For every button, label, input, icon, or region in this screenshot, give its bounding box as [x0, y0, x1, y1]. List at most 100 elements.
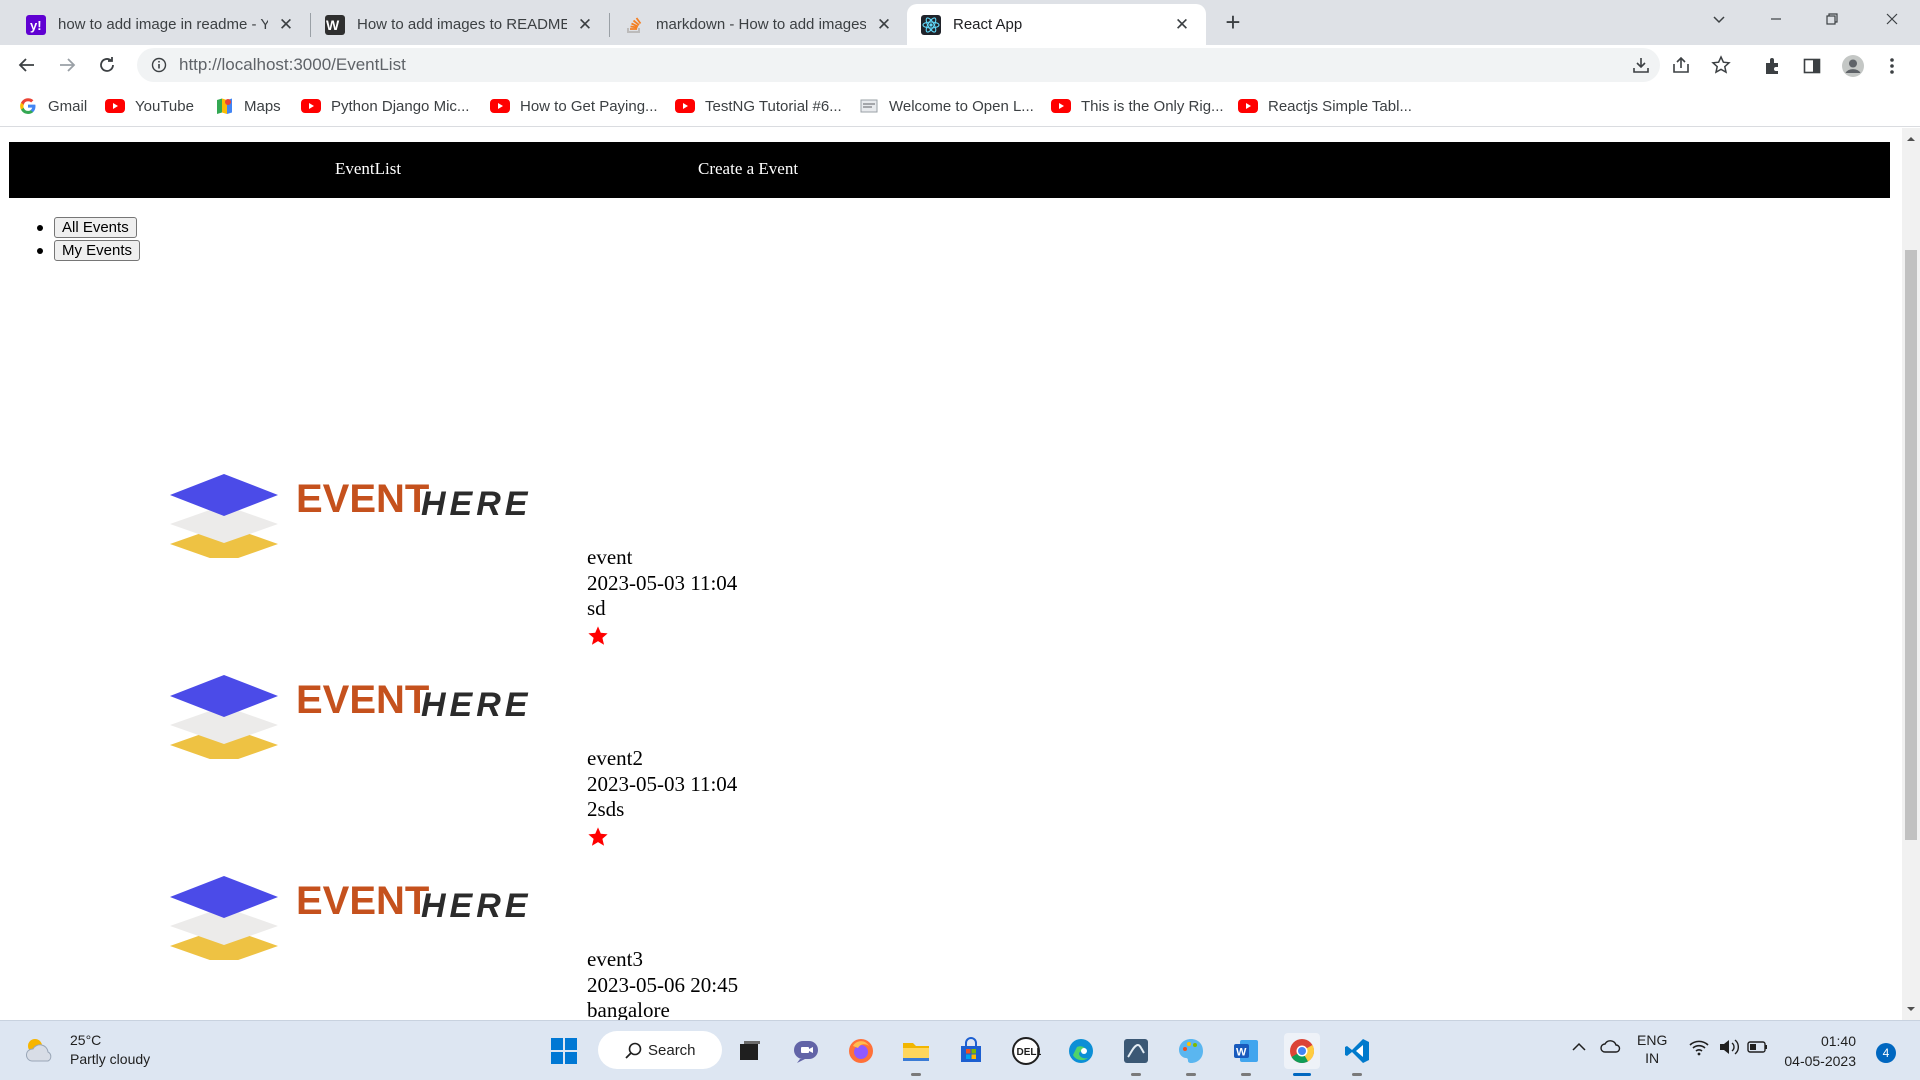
event-datetime: 2023-05-06 20:45	[587, 972, 739, 997]
star-icon[interactable]	[587, 826, 609, 848]
bookmark-python-django[interactable]: Python Django Mic...	[301, 94, 469, 118]
paint-icon[interactable]	[1173, 1033, 1209, 1076]
event-name: event	[587, 545, 633, 569]
event-location: sd	[587, 596, 606, 620]
edge-icon[interactable]	[1063, 1033, 1099, 1069]
address-bar[interactable]: http://localhost:3000/EventList	[137, 48, 1660, 82]
bookmark-testng[interactable]: TestNG Tutorial #6...	[675, 94, 842, 118]
battery-icon[interactable]	[1747, 1039, 1769, 1058]
file-explorer-icon[interactable]	[898, 1033, 934, 1076]
page-scrollbar[interactable]	[1902, 128, 1920, 1020]
bookmark-reactjs-table[interactable]: Reactjs Simple Tabl...	[1238, 94, 1412, 118]
logo-word-event: EVENT	[296, 678, 429, 722]
word-icon[interactable]: W	[1228, 1033, 1264, 1076]
menu-kebab-icon[interactable]	[1880, 54, 1904, 78]
firefox-icon[interactable]	[843, 1033, 879, 1069]
microsoft-store-icon[interactable]	[953, 1033, 989, 1069]
event-here-logo: EVENT HERE	[170, 876, 527, 960]
running-indicator	[1293, 1073, 1311, 1076]
bookmark-label: YouTube	[135, 97, 194, 115]
back-arrow-icon[interactable]	[11, 49, 43, 81]
close-icon[interactable]: ✕	[874, 15, 894, 35]
reload-icon[interactable]	[91, 49, 123, 81]
tab-title: How to add images to README.m	[357, 16, 567, 33]
close-icon[interactable]: ✕	[276, 15, 296, 35]
close-icon[interactable]: ✕	[1172, 15, 1192, 35]
nav-link-eventlist[interactable]: EventList	[335, 159, 401, 179]
logo-word-here: HERE	[421, 686, 531, 724]
tab-yahoo[interactable]: y! how to add image in readme - Ya ✕	[12, 4, 310, 45]
filter-list: All Events My Events	[36, 216, 141, 262]
new-tab-button[interactable]: +	[1219, 9, 1247, 37]
close-window-icon[interactable]	[1864, 0, 1920, 38]
tab-wikihow[interactable]: W How to add images to README.m ✕	[311, 4, 609, 45]
share-icon[interactable]	[1670, 54, 1692, 76]
profile-avatar-icon[interactable]	[1841, 54, 1865, 78]
onedrive-sync-icon[interactable]	[1600, 1037, 1622, 1058]
filter-item: My Events	[36, 239, 141, 262]
bookmark-only-rig[interactable]: This is the Only Rig...	[1051, 94, 1224, 118]
react-icon	[921, 14, 941, 35]
bookmark-label: This is the Only Rig...	[1081, 97, 1224, 115]
taskbar-search[interactable]: Search	[598, 1031, 722, 1069]
running-indicator	[911, 1073, 921, 1076]
start-button[interactable]	[546, 1033, 582, 1069]
tab-search-chevron-icon[interactable]	[1691, 0, 1747, 38]
minimize-icon[interactable]	[1748, 0, 1804, 38]
chrome-icon[interactable]	[1284, 1033, 1320, 1076]
youtube-icon	[301, 96, 321, 116]
bookmark-label: Gmail	[48, 97, 88, 115]
all-events-button[interactable]: All Events	[54, 217, 137, 238]
weather-condition: Partly cloudy	[70, 1051, 151, 1067]
teams-chat-icon[interactable]	[788, 1033, 824, 1069]
weather-widget[interactable]: 25°C Partly cloudy	[22, 1031, 150, 1069]
tab-react-app[interactable]: React App ✕	[907, 4, 1206, 45]
bookmarks-bar: Gmail YouTube Maps Python Django Mic... …	[0, 85, 1920, 127]
volume-icon[interactable]	[1717, 1037, 1739, 1060]
bookmark-gmail[interactable]: Gmail	[18, 94, 87, 118]
side-panel-icon[interactable]	[1800, 54, 1824, 78]
maps-icon	[214, 96, 234, 116]
bookmark-youtube[interactable]: YouTube	[105, 94, 194, 118]
scroll-down-arrow-icon[interactable]	[1906, 1004, 1916, 1014]
event-card[interactable]: EVENT HERE event2 2023-05-03 11:04 2sds	[0, 661, 1000, 861]
windows-taskbar: 25°C Partly cloudy Search DELL W ENG IN …	[0, 1020, 1920, 1080]
task-view-icon[interactable]	[732, 1033, 768, 1069]
forward-arrow-icon[interactable]	[51, 49, 83, 81]
bookmark-label: Python Django Mic...	[331, 97, 470, 115]
event-card[interactable]: EVENT HERE event3 2023-05-06 20:45 banga…	[0, 862, 1000, 1020]
event-card[interactable]: EVENT HERE event 2023-05-03 11:04 sd	[0, 460, 1000, 660]
language-indicator[interactable]: ENG IN	[1637, 1031, 1667, 1067]
bookmark-star-icon[interactable]	[1710, 54, 1732, 76]
download-icon[interactable]	[1630, 54, 1652, 76]
bookmark-paying[interactable]: How to Get Paying...	[490, 94, 658, 118]
event-name: event3	[587, 947, 643, 971]
star-icon[interactable]	[587, 625, 609, 647]
svg-text:W: W	[326, 17, 340, 33]
url-text: http://localhost:3000/EventList	[179, 55, 406, 74]
tab-title: React App	[953, 16, 1023, 33]
dell-icon[interactable]: DELL	[1008, 1033, 1044, 1069]
restore-icon[interactable]	[1804, 0, 1860, 38]
scrollbar-thumb[interactable]	[1905, 250, 1917, 840]
mysql-workbench-icon[interactable]	[1118, 1033, 1154, 1076]
chevron-up-icon[interactable]	[1570, 1039, 1588, 1056]
my-events-button[interactable]: My Events	[54, 240, 141, 261]
google-icon	[18, 96, 38, 116]
scroll-up-arrow-icon[interactable]	[1906, 134, 1916, 144]
system-clock[interactable]: 01:40 04-05-2023	[1780, 1031, 1856, 1071]
bookmark-open-l[interactable]: Welcome to Open L...	[859, 94, 1034, 118]
running-indicator	[1241, 1073, 1251, 1076]
bookmark-maps[interactable]: Maps	[214, 94, 281, 118]
notification-badge[interactable]: 4	[1876, 1043, 1896, 1063]
info-icon[interactable]	[149, 55, 169, 75]
wifi-icon[interactable]	[1688, 1038, 1710, 1059]
close-icon[interactable]: ✕	[575, 15, 595, 35]
nav-link-create-event[interactable]: Create a Event	[698, 159, 798, 179]
tab-stackoverflow[interactable]: markdown - How to add images ✕	[610, 4, 908, 45]
partly-cloudy-icon	[26, 1039, 52, 1062]
vscode-icon[interactable]	[1339, 1033, 1375, 1076]
extensions-icon[interactable]	[1761, 54, 1785, 78]
running-indicator	[1352, 1073, 1362, 1076]
running-indicator	[1186, 1073, 1196, 1076]
